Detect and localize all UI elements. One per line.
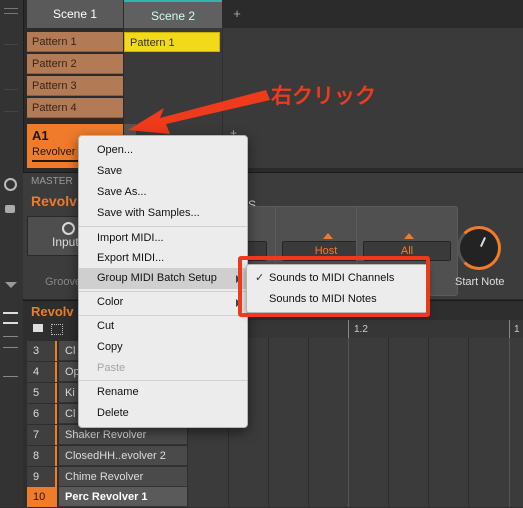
- menu-item-open[interactable]: Open...: [79, 140, 247, 161]
- menu-item-color[interactable]: Color: [79, 292, 247, 313]
- sound-row[interactable]: 7 Shaker Revolver: [27, 425, 187, 445]
- timeline-marker-1: 1: [514, 324, 520, 335]
- context-menu: Open... Save Save As... Save with Sample…: [78, 135, 248, 428]
- tab-scene-1[interactable]: Scene 1: [27, 0, 123, 28]
- pattern-slot[interactable]: Pattern 4: [27, 98, 123, 118]
- menu-item-save[interactable]: Save: [79, 161, 247, 182]
- pattern-slot[interactable]: Pattern 1: [27, 32, 123, 52]
- sound-row-selected[interactable]: 10 Perc Revolver 1: [27, 487, 187, 507]
- waveform-icon[interactable]: [3, 368, 18, 377]
- speaker-icon[interactable]: [33, 324, 43, 332]
- list-view-icon[interactable]: [3, 312, 18, 324]
- menu-item-save-as[interactable]: Save As...: [79, 182, 247, 203]
- tab-scene-2[interactable]: Scene 2: [124, 0, 222, 30]
- plug-icon[interactable]: [5, 205, 15, 213]
- pattern-slot[interactable]: Pattern 3: [27, 76, 123, 96]
- menu-item-cut[interactable]: Cut: [79, 316, 247, 337]
- volume-knob-icon[interactable]: [4, 178, 17, 191]
- divider: [4, 44, 18, 45]
- add-scene-button[interactable]: +: [222, 0, 252, 28]
- menu-item-copy[interactable]: Copy: [79, 337, 247, 358]
- master-title: Revolv: [31, 193, 77, 209]
- menu-icon-line: [4, 13, 18, 14]
- collapse-arrow-icon[interactable]: [5, 282, 17, 288]
- sound-panel-title: Revolv: [31, 304, 74, 319]
- menu-item-paste: Paste: [97, 362, 126, 374]
- group-id: A1: [32, 128, 49, 143]
- start-note-label: Start Note: [455, 276, 505, 288]
- master-label: MASTER: [31, 176, 73, 187]
- sound-row[interactable]: 9 Chime Revolver: [27, 467, 187, 487]
- annotation-highlight-box: [238, 256, 430, 317]
- sound-row[interactable]: 8 ClosedHH..evolver 2: [27, 446, 187, 466]
- scene-2-pattern-slot[interactable]: Pattern 1: [124, 32, 220, 52]
- menu-item-delete[interactable]: Delete: [79, 403, 247, 424]
- grid-icon[interactable]: [51, 324, 63, 335]
- menu-item-export-midi[interactable]: Export MIDI...: [79, 248, 247, 269]
- mixer-icon[interactable]: [3, 336, 18, 348]
- menu-item-import-midi[interactable]: Import MIDI...: [79, 228, 247, 249]
- timeline-marker-1-2: 1.2: [354, 324, 368, 335]
- input-icon: [62, 222, 75, 235]
- menu-icon: [4, 8, 18, 9]
- menu-item-label: Color: [97, 296, 124, 308]
- groove-label[interactable]: Groove: [45, 276, 81, 288]
- left-toolbar: [0, 0, 24, 507]
- input-label: Input: [52, 235, 79, 249]
- start-note-knob[interactable]: [457, 226, 501, 270]
- menu-item-rename[interactable]: Rename: [79, 382, 247, 403]
- divider: [4, 89, 18, 90]
- group-name: Revolver: [32, 146, 76, 158]
- divider: [4, 111, 18, 112]
- menu-item-label: Group MIDI Batch Setup: [97, 272, 217, 284]
- menu-separator: [79, 226, 247, 227]
- menu-item-group-midi-batch-setup[interactable]: Group MIDI Batch Setup: [79, 268, 247, 289]
- annotation-arrow: [128, 90, 270, 134]
- menu-item-save-with-samples[interactable]: Save with Samples...: [79, 203, 247, 224]
- pattern-slot[interactable]: Pattern 2: [27, 54, 123, 74]
- menu-separator: [79, 380, 247, 381]
- annotation-label: 右クリック: [271, 85, 376, 108]
